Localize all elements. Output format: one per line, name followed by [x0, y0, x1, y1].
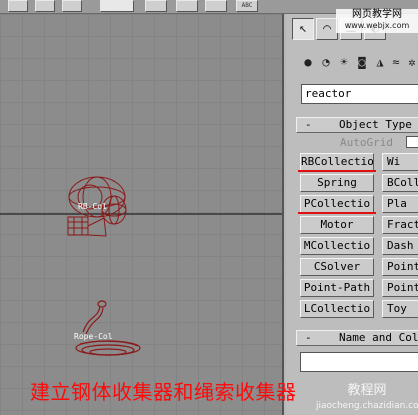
motor-button[interactable]: Motor [300, 216, 374, 234]
toolbar-button[interactable] [176, 0, 198, 12]
toy-button[interactable]: Toy [382, 300, 418, 318]
lights-icon[interactable]: ☀ [336, 54, 352, 70]
point-point-button[interactable]: Point- [382, 279, 418, 297]
toolbar-button[interactable] [205, 0, 227, 12]
watermark-bottom: 教程网 jiaocheng.chazidian.com [316, 382, 418, 415]
viewport-perspective[interactable]: RB-Col Rope-Col [0, 14, 284, 415]
viewport-canvas [0, 14, 282, 415]
rollout-collapse-sign: - [305, 118, 312, 131]
rope-collection-label: Rope-Col [74, 332, 113, 341]
annotation-underline [298, 212, 376, 214]
watermark-top: 网页教学网 www.webjx.com [336, 9, 418, 33]
command-panel: ↖ ⌒ ☰ ◐ ● ◔ ☀ ◙ ◮ ≈ ✲ reactor - Object T… [286, 14, 418, 415]
autogrid-label: AutoGrid [340, 136, 393, 149]
dashpot-button[interactable]: Dash [382, 237, 418, 255]
point-button[interactable]: Point [382, 258, 418, 276]
toolbar-button[interactable] [145, 0, 167, 12]
object-type-rollout[interactable]: - Object Type [296, 117, 418, 133]
rb-collection-label: RB-Col [78, 202, 107, 211]
toolbar-button[interactable] [35, 0, 55, 12]
rollout-title: Object Type [339, 118, 412, 131]
rb-collection-button[interactable]: RBCollectio [300, 153, 374, 171]
create-tab[interactable]: ↖ [292, 18, 314, 40]
category-dropdown[interactable]: reactor [301, 84, 418, 104]
l-collection-button[interactable]: LCollectio [300, 300, 374, 318]
watermark-top-line2: www.webjx.com [344, 21, 410, 30]
name-and-color-rollout[interactable]: - Name and Colo [296, 330, 418, 346]
shapes-icon[interactable]: ◔ [318, 54, 334, 70]
csolver-button[interactable]: CSolver [300, 258, 374, 276]
point-path-button[interactable]: Point-Path [300, 279, 374, 297]
b-collection-button[interactable]: BColl [382, 174, 418, 192]
autogrid-checkbox[interactable] [406, 136, 418, 148]
rollout-title: Name and Colo [339, 331, 418, 344]
geometry-icon[interactable]: ● [300, 54, 316, 70]
toolbar-button[interactable] [62, 0, 82, 12]
spring-button[interactable]: Spring [300, 174, 374, 192]
watermark-bottom-line2: jiaocheng.chazidian.com [316, 401, 418, 411]
systems-icon[interactable]: ✲ [404, 54, 418, 70]
m-collection-button[interactable]: MCollectio [300, 237, 374, 255]
watermark-top-line1: 网页教学网 [352, 9, 402, 20]
wind-button[interactable]: Wi [382, 153, 418, 171]
annotation-underline [298, 170, 376, 172]
modify-tab[interactable]: ⌒ [316, 18, 338, 40]
watermark-bottom-line1: 教程网 [347, 383, 387, 398]
select-tool-button[interactable] [100, 0, 134, 12]
create-icon: ↖ [299, 21, 307, 36]
name-field[interactable] [300, 352, 418, 372]
rollout-collapse-sign: - [305, 331, 312, 344]
toolbar-button[interactable] [8, 0, 28, 12]
tutorial-caption: 建立钢体收集器和绳索收集器 [30, 380, 297, 404]
spacewarps-icon[interactable]: ≈ [388, 54, 404, 70]
cameras-icon[interactable]: ◙ [354, 54, 370, 70]
abc-button[interactable]: ABC [236, 0, 258, 12]
fracture-button[interactable]: Fract [382, 216, 418, 234]
helpers-icon[interactable]: ◮ [372, 54, 388, 70]
p-collection-button[interactable]: PCollectio [300, 195, 374, 213]
plane-button[interactable]: Pla [382, 195, 418, 213]
modify-icon: ⌒ [323, 21, 331, 36]
